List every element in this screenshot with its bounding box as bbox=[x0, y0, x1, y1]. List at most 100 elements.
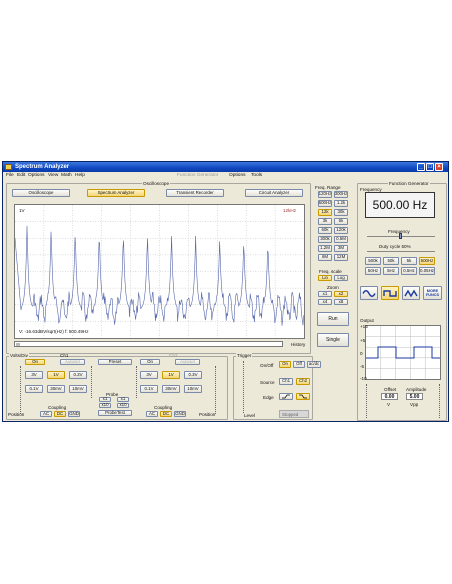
freq-range-12M[interactable]: 12M bbox=[334, 254, 348, 261]
ch1-on-button[interactable]: On bbox=[25, 359, 45, 365]
freq-range-0.6M[interactable]: 0.6M bbox=[334, 236, 348, 243]
menu-view[interactable]: View bbox=[48, 172, 58, 180]
ch1-volts-3V[interactable]: 3V bbox=[25, 371, 43, 379]
ch1-autoset-button[interactable]: Autoset bbox=[60, 359, 85, 365]
ch2-autoset-button[interactable]: Autoset bbox=[175, 359, 200, 365]
tab-circuit-analyzer[interactable]: Circuit Analyzer bbox=[245, 189, 303, 197]
ch2-coupling-gnd[interactable]: GND bbox=[174, 411, 186, 417]
freq-range-12k[interactable]: 12k bbox=[318, 209, 332, 216]
freq-range-30k[interactable]: 30k bbox=[334, 209, 348, 216]
run-button[interactable]: Run bbox=[317, 312, 349, 326]
fg-freq-0.05Hz[interactable]: 0.05Hz bbox=[419, 267, 435, 275]
ch2-on-button[interactable]: On bbox=[140, 359, 160, 365]
menu-help[interactable]: Help bbox=[75, 172, 85, 180]
sine-wave-button[interactable] bbox=[360, 286, 378, 300]
ch1-volts-0.3V[interactable]: 0.3V bbox=[69, 371, 87, 379]
spectrum-display[interactable]: 1V 12kHz V: -16.63dBV/sqrt(Hz) f: 500.49… bbox=[14, 204, 305, 339]
freq-range-1.2M[interactable]: 1.2M bbox=[318, 245, 332, 252]
trigger-source-ch2[interactable]: Ch2 bbox=[296, 378, 310, 385]
offset-value[interactable]: 0.00 bbox=[381, 393, 398, 400]
maximize-button[interactable]: □ bbox=[426, 163, 434, 171]
single-button[interactable]: Single bbox=[317, 333, 349, 347]
ch2-position-scale bbox=[215, 366, 216, 414]
zoom-x8-button[interactable]: x8 bbox=[334, 299, 348, 305]
menu-options[interactable]: Options bbox=[28, 172, 45, 180]
rising-edge-button[interactable] bbox=[279, 393, 293, 400]
zoom-x1-button[interactable]: x1 bbox=[318, 291, 332, 297]
square-wave-button[interactable] bbox=[381, 286, 399, 300]
offset-label: Offset bbox=[384, 387, 397, 392]
freq-range-6k[interactable]: 6k bbox=[334, 218, 348, 225]
ch2-volts-0.3V[interactable]: 0.3V bbox=[184, 371, 202, 379]
ch1-coupling-gnd[interactable]: GND bbox=[68, 411, 80, 417]
ch2-offset-scale bbox=[136, 366, 137, 398]
close-button[interactable]: × bbox=[435, 163, 443, 171]
tab-spectrum-analyzer[interactable]: Spectrum Analyzer bbox=[87, 189, 145, 197]
fg-freq-0.5Hz[interactable]: 0.5Hz bbox=[401, 267, 417, 275]
falling-edge-button[interactable] bbox=[296, 393, 310, 400]
fg-freq-5Hz[interactable]: 5Hz bbox=[383, 267, 399, 275]
menu-math[interactable]: Math bbox=[61, 172, 72, 180]
trigger-off-button[interactable]: Off bbox=[293, 361, 305, 368]
freq-range-3M[interactable]: 3M bbox=[334, 245, 348, 252]
freq-range-120Hz[interactable]: 120Hz bbox=[318, 191, 332, 198]
fg-freq-50k[interactable]: 50k bbox=[383, 257, 399, 265]
menu-file[interactable]: File bbox=[6, 172, 14, 180]
preset-button[interactable]: Preset bbox=[98, 359, 132, 365]
trigger-label: Trigger bbox=[236, 353, 253, 358]
tab-oscilloscope[interactable]: Oscilloscope bbox=[12, 189, 70, 197]
freq-range-120k[interactable]: 120k bbox=[334, 227, 348, 234]
duty-cycle-track[interactable] bbox=[367, 251, 435, 252]
ch2-volts-1V[interactable]: 1V bbox=[162, 371, 180, 379]
ch2-coupling-dc[interactable]: DC bbox=[160, 411, 172, 417]
trigger-on-button[interactable]: On bbox=[279, 361, 291, 368]
ch2-volts-0.1V[interactable]: 0.1V bbox=[140, 385, 158, 393]
probe-ch2-x10[interactable]: x10 bbox=[117, 403, 129, 408]
menu-edit[interactable]: Edit bbox=[17, 172, 25, 180]
menu-tools[interactable]: Tools bbox=[251, 172, 262, 180]
fg-freq-500k[interactable]: 500k bbox=[365, 257, 381, 265]
fg-freq-5k[interactable]: 5k bbox=[401, 257, 417, 265]
ch2-volts-10mV[interactable]: 10mV bbox=[184, 385, 202, 393]
ch1-volts-1V[interactable]: 1V bbox=[47, 371, 65, 379]
history-label: History bbox=[291, 342, 306, 347]
ch2-coupling-ac[interactable]: AC bbox=[146, 411, 158, 417]
probe-ch2-x1[interactable]: x1 bbox=[117, 397, 129, 402]
zoom-x2-button[interactable]: x2 bbox=[334, 291, 348, 297]
freq-range-60k[interactable]: 60k bbox=[318, 227, 332, 234]
ch1-coupling-ac[interactable]: AC bbox=[40, 411, 52, 417]
frequency-slider-thumb[interactable] bbox=[399, 233, 402, 239]
zoom-x4-button[interactable]: x4 bbox=[318, 299, 332, 305]
freq-range-300k[interactable]: 300k bbox=[318, 236, 332, 243]
freq-scale-lin-button[interactable]: Lin bbox=[318, 275, 332, 281]
ch1-volts-30mV[interactable]: 30mV bbox=[47, 385, 65, 393]
ch1-volts-10mV[interactable]: 10mV bbox=[69, 385, 87, 393]
fg-freq-50Hz[interactable]: 50Hz bbox=[365, 267, 381, 275]
history-scrollbar[interactable] bbox=[14, 341, 283, 347]
menu-function-generator[interactable]: Function Generator bbox=[177, 172, 218, 180]
minimize-button[interactable]: _ bbox=[417, 163, 425, 171]
ch1-volts-0.1V[interactable]: 0.1V bbox=[25, 385, 43, 393]
probe-ch1-x10[interactable]: x10 bbox=[99, 403, 111, 408]
amplitude-value[interactable]: 5.00 bbox=[406, 393, 423, 400]
probe-test-button[interactable]: ProbeTest bbox=[98, 410, 132, 416]
freq-range-600Hz[interactable]: 600Hz bbox=[318, 200, 332, 207]
freq-range-3k[interactable]: 3k bbox=[318, 218, 332, 225]
menu-options-2[interactable]: Options bbox=[229, 172, 246, 180]
window-title: Spectrum Analyzer bbox=[15, 164, 70, 170]
freq-range-1.2k[interactable]: 1.2k bbox=[334, 200, 348, 207]
freq-scale-log-button[interactable]: Log bbox=[334, 275, 348, 281]
fg-freq-500Hz[interactable]: 500Hz bbox=[419, 257, 435, 265]
triangle-wave-button[interactable] bbox=[402, 286, 420, 300]
trigger-source-ch1[interactable]: Ch1 bbox=[279, 378, 293, 385]
probe-ch1-x1[interactable]: x1 bbox=[99, 397, 111, 402]
ch2-volts-30mV[interactable]: 30mV bbox=[162, 385, 180, 393]
ch2-volts-3V[interactable]: 3V bbox=[140, 371, 158, 379]
trigger-acdc-button[interactable]: ac/dc bbox=[307, 361, 321, 368]
ch1-coupling-dc[interactable]: DC bbox=[54, 411, 66, 417]
tab-transient-recorder[interactable]: Transient Recorder bbox=[166, 189, 224, 197]
more-funcs-button[interactable]: MORE FUNCS bbox=[423, 286, 442, 300]
freq-range-300Hz[interactable]: 300Hz bbox=[334, 191, 348, 198]
history-scroll-thumb[interactable] bbox=[16, 343, 20, 346]
freq-range-6M[interactable]: 6M bbox=[318, 254, 332, 261]
